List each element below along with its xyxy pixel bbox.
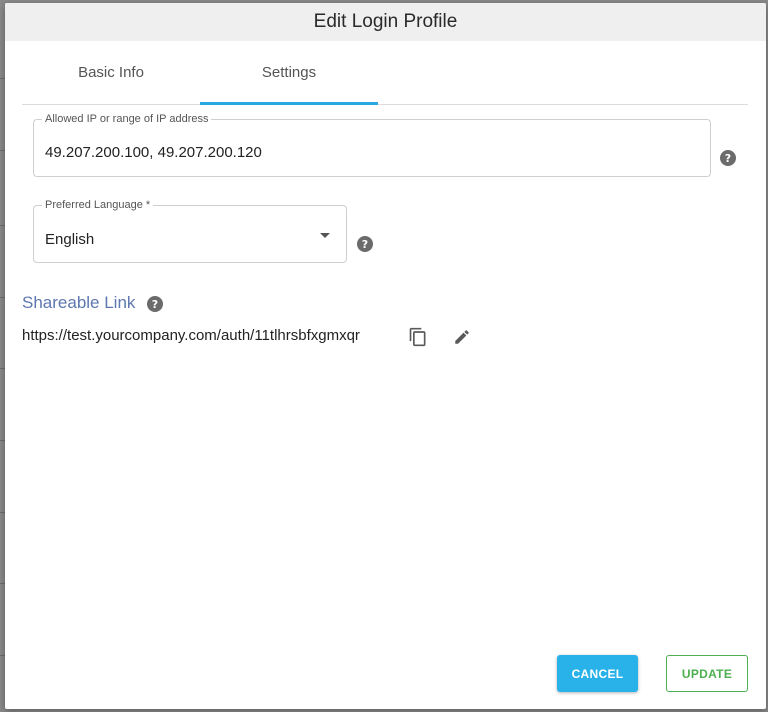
tab-settings[interactable]: Settings: [200, 41, 378, 104]
edit-login-profile-dialog: Edit Login Profile Basic Info Settings A…: [5, 3, 766, 709]
dialog-title: Edit Login Profile: [313, 11, 458, 32]
dialog-header: Edit Login Profile: [5, 3, 766, 41]
help-circle-icon[interactable]: ?: [357, 236, 373, 252]
cancel-button-label: CANCEL: [571, 666, 624, 681]
allowed-ip-input[interactable]: Allowed IP or range of IP address 49.207…: [33, 113, 711, 177]
shareable-link-title: Shareable Link: [22, 293, 136, 312]
preferred-language-value: English: [45, 231, 95, 248]
caret-down-icon: [320, 233, 330, 238]
cancel-button[interactable]: CANCEL: [557, 655, 638, 692]
shareable-link-url: https://test.yourcompany.com/auth/11tlhr…: [22, 327, 360, 344]
update-button-label: UPDATE: [681, 666, 733, 681]
allowed-ip-value: 49.207.200.100, 49.207.200.120: [45, 144, 262, 161]
allowed-ip-label: Allowed IP or range of IP address: [42, 113, 212, 126]
copy-icon[interactable]: [408, 327, 428, 347]
active-tab-indicator: [200, 102, 378, 105]
tab-basic-info[interactable]: Basic Info: [22, 41, 200, 104]
tab-label: Settings: [261, 64, 317, 81]
tab-bar: Basic Info Settings: [22, 41, 748, 105]
preferred-language-select[interactable]: Preferred Language * English: [33, 199, 347, 263]
help-circle-icon[interactable]: ?: [720, 150, 736, 166]
tab-label: Basic Info: [78, 64, 144, 81]
help-circle-icon[interactable]: ?: [147, 296, 163, 312]
preferred-language-label: Preferred Language *: [42, 199, 154, 212]
update-button[interactable]: UPDATE: [666, 655, 748, 692]
pencil-icon[interactable]: [453, 328, 471, 346]
